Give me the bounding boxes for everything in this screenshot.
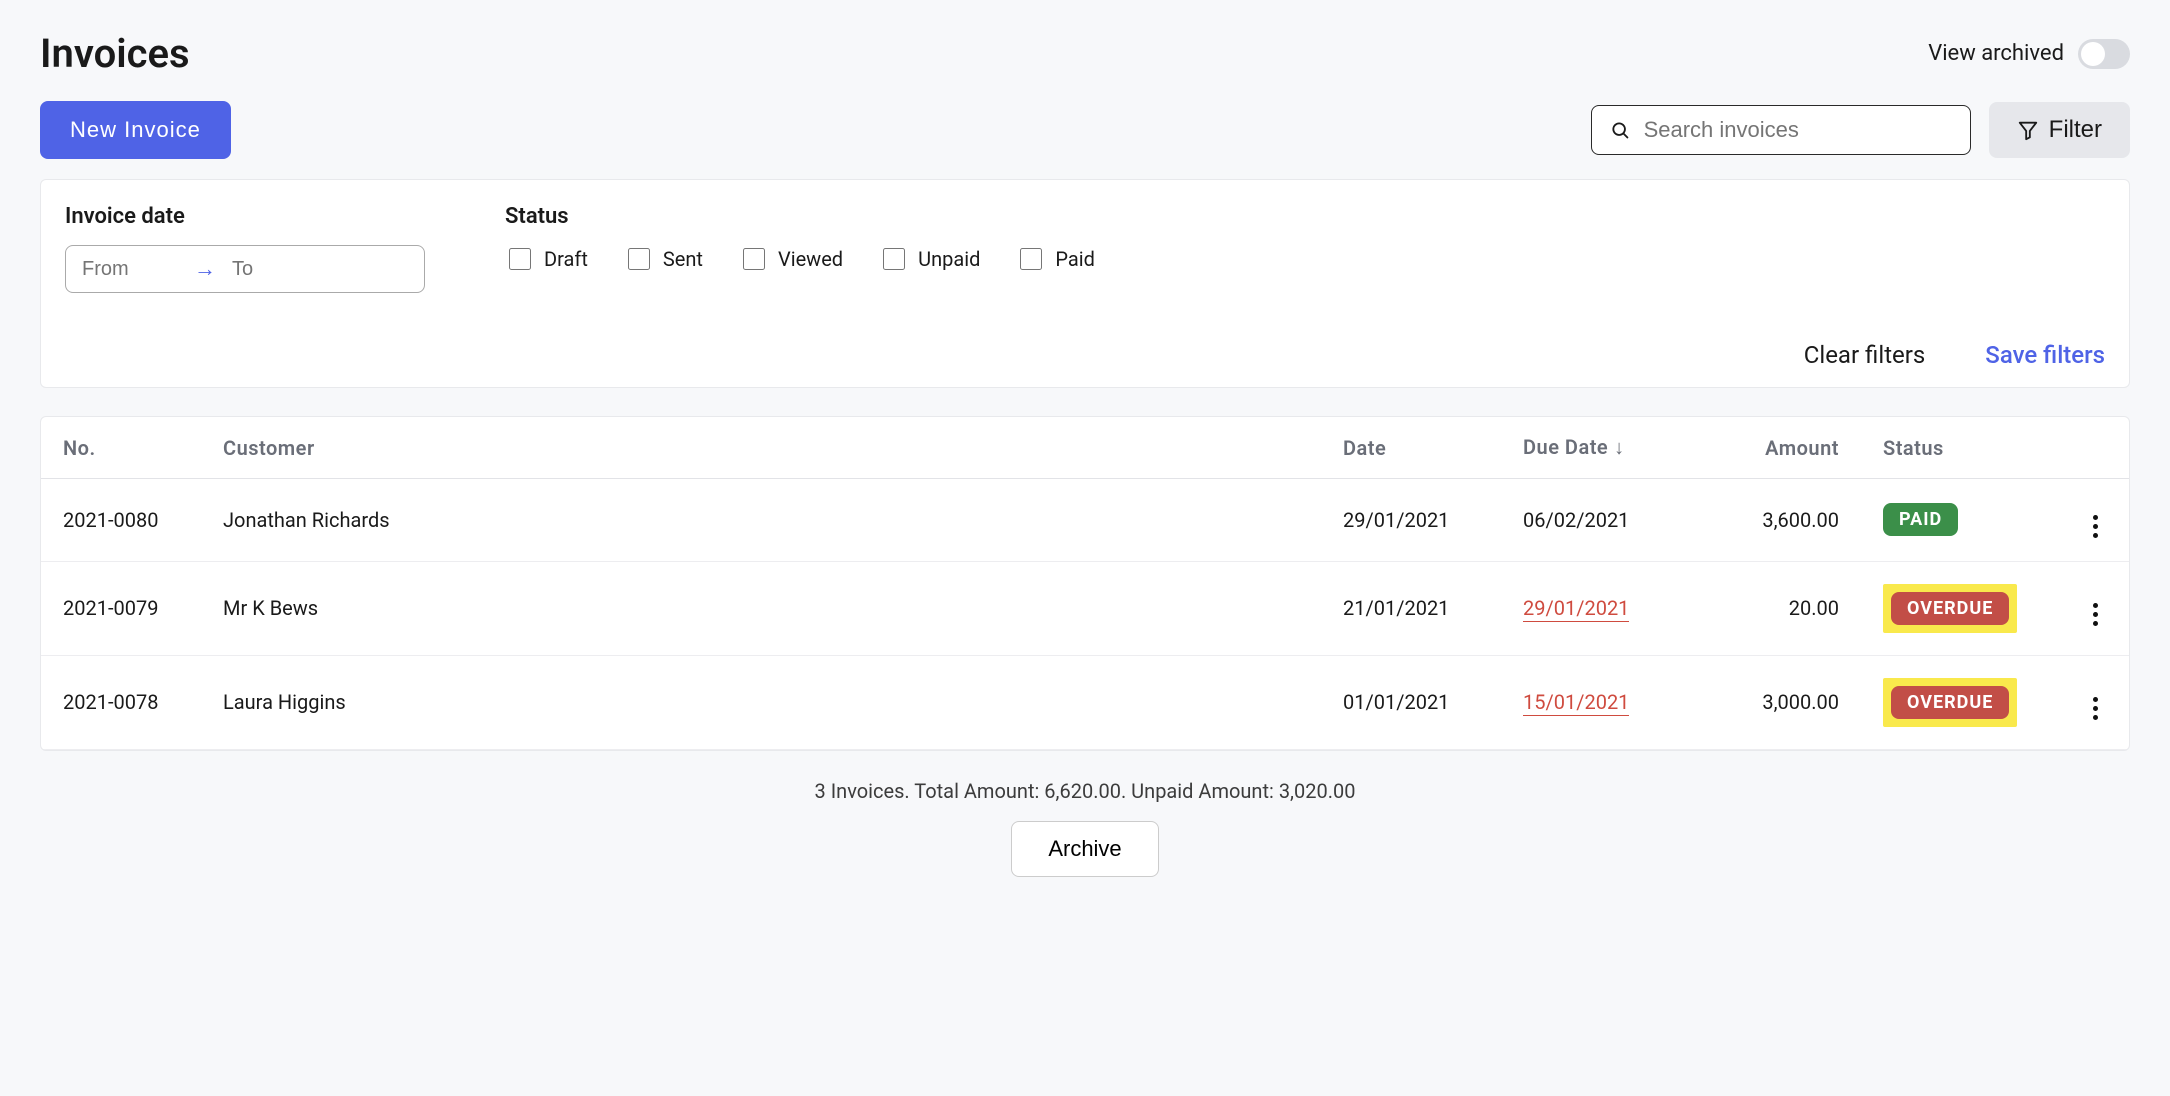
th-customer[interactable]: Customer [201,417,1321,479]
cell-status: PAID [1861,479,2061,562]
clear-filters-link[interactable]: Clear filters [1804,341,1926,369]
status-badge: PAID [1883,503,1958,536]
status-badge: OVERDUE [1891,686,2009,719]
save-filters-link[interactable]: Save filters [1985,341,2105,369]
cell-actions [2061,479,2129,562]
cell-amount: 20.00 [1701,561,1861,655]
row-menu-icon[interactable] [2083,697,2107,721]
cell-no: 2021-0079 [41,561,201,655]
filter-icon [2017,119,2039,141]
status-sent-checkbox[interactable]: Sent [624,245,703,273]
cell-actions [2061,655,2129,749]
th-due-date[interactable]: Due Date↓ [1501,417,1701,479]
search-input[interactable] [1642,116,1952,144]
row-menu-icon[interactable] [2083,603,2107,627]
filters-panel: Invoice date → Status Draft Sent Viewed … [40,179,2130,388]
status-draft-checkbox[interactable]: Draft [505,245,588,273]
cell-status: OVERDUE [1861,655,2061,749]
arrow-right-icon: → [194,256,216,282]
cell-due-date: 29/01/2021 [1501,561,1701,655]
cell-no: 2021-0080 [41,479,201,562]
view-archived-toggle[interactable] [2078,39,2130,69]
status-unpaid-label: Unpaid [918,247,980,271]
view-archived-label: View archived [1928,41,2064,66]
status-badge: OVERDUE [1891,592,2009,625]
page-title: Invoices [40,30,190,77]
status-paid-label: Paid [1055,247,1095,271]
table-row[interactable]: 2021-0079Mr K Bews21/01/202129/01/202120… [41,561,2129,655]
cell-date: 01/01/2021 [1321,655,1501,749]
status-sent-label: Sent [663,247,703,271]
status-viewed-checkbox[interactable]: Viewed [739,245,843,273]
invoices-table: No. Customer Date Due Date↓ Amount Statu… [40,416,2130,751]
cell-no: 2021-0078 [41,655,201,749]
th-status[interactable]: Status [1861,417,2061,479]
cell-customer: Laura Higgins [201,655,1321,749]
cell-customer: Mr K Bews [201,561,1321,655]
cell-customer: Jonathan Richards [201,479,1321,562]
new-invoice-button[interactable]: New Invoice [40,101,231,159]
status-paid-checkbox[interactable]: Paid [1016,245,1095,273]
th-date[interactable]: Date [1321,417,1501,479]
table-row[interactable]: 2021-0078Laura Higgins01/01/202115/01/20… [41,655,2129,749]
search-input-wrap[interactable] [1591,105,1971,155]
summary-text: 3 Invoices. Total Amount: 6,620.00. Unpa… [40,779,2130,803]
date-range-input[interactable]: → [65,245,425,293]
archive-button[interactable]: Archive [1011,821,1158,877]
cell-date: 29/01/2021 [1321,479,1501,562]
filter-button-label: Filter [2049,116,2102,144]
status-unpaid-checkbox[interactable]: Unpaid [879,245,980,273]
cell-amount: 3,000.00 [1701,655,1861,749]
cell-due-date: 06/02/2021 [1501,479,1701,562]
table-row[interactable]: 2021-0080Jonathan Richards29/01/202106/0… [41,479,2129,562]
cell-status: OVERDUE [1861,561,2061,655]
invoice-date-label: Invoice date [65,204,425,229]
status-draft-label: Draft [544,247,588,271]
th-no[interactable]: No. [41,417,201,479]
th-amount[interactable]: Amount [1701,417,1861,479]
sort-desc-icon: ↓ [1614,435,1625,459]
filter-button[interactable]: Filter [1989,102,2130,158]
date-from-input[interactable] [80,257,180,282]
status-viewed-label: Viewed [778,247,843,271]
cell-actions [2061,561,2129,655]
cell-date: 21/01/2021 [1321,561,1501,655]
cell-amount: 3,600.00 [1701,479,1861,562]
search-icon [1610,119,1630,141]
cell-due-date: 15/01/2021 [1501,655,1701,749]
row-menu-icon[interactable] [2083,515,2107,539]
date-to-input[interactable] [230,257,330,282]
status-label: Status [505,204,1095,229]
